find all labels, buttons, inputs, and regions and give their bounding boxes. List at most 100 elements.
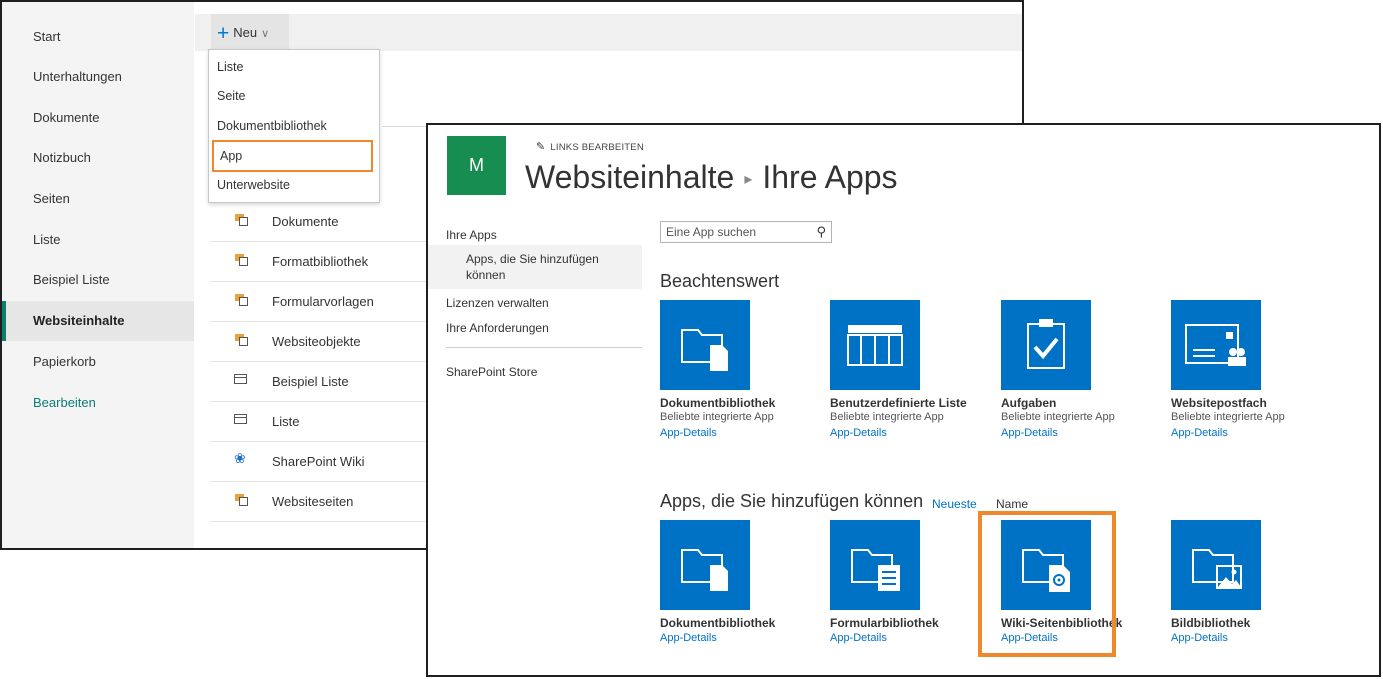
tasks-icon[interactable] [1001,300,1091,390]
app-tile-name[interactable]: Benutzerdefinierte Liste [830,396,967,410]
side-nav-your-requests[interactable]: Ihre Anforderungen [446,321,549,335]
menu-item-subsite[interactable]: Unterwebsite [217,172,290,198]
app-tile-name[interactable]: Bildbibliothek [1171,616,1250,630]
list-icon [234,414,247,424]
app-details-link[interactable]: App-Details [830,427,887,439]
list-icon [234,374,247,384]
new-dropdown-menu: Liste Seite Dokumentbibliothek App Unter… [208,49,380,203]
sort-newest-link[interactable]: Neueste [932,497,977,511]
nav-edit-link[interactable]: Bearbeiten [2,383,194,423]
app-tile-name[interactable]: Formularbibliothek [830,616,939,630]
nav-item-notebook[interactable]: Notizbuch [2,138,194,178]
picture-library-icon[interactable] [1171,520,1261,610]
app-tile-subtitle: Beliebte integrierte App [1001,411,1115,423]
form-library-icon[interactable] [830,520,920,610]
list-item-label: Websiteobjekte [272,334,361,349]
side-nav-manage-licenses[interactable]: Lizenzen verwalten [446,296,549,310]
sort-name-link[interactable]: Name [996,497,1028,511]
side-nav-divider [446,347,642,348]
side-nav-your-apps[interactable]: Ihre Apps [446,228,497,242]
nav-item-documents[interactable]: Dokumente [2,98,194,138]
document-library-icon[interactable] [660,520,750,610]
list-item[interactable]: Websiteobjekte [210,322,428,362]
highlight-wiki-library [978,511,1116,657]
search-icon[interactable]: ⚲ [816,222,826,242]
nav-item-recycle-bin[interactable]: Papierkorb [2,342,194,382]
library-icon [234,212,250,228]
nav-item-label: Start [33,29,61,44]
page-title: Websiteinhalte ▸ Ihre Apps [525,159,898,196]
nav-item-label: Liste [33,232,61,247]
app-details-link[interactable]: App-Details [660,427,717,439]
list-item[interactable]: Beispiel Liste [210,362,428,402]
breadcrumb-separator-icon: ▸ [744,171,753,188]
library-icon [234,492,250,508]
apps-you-can-add-heading: Apps, die Sie hinzufügen können [660,491,924,511]
app-tile-subtitle: Beliebte integrierte App [830,411,944,423]
edit-links-label: LINKS BEARBEITEN [550,142,644,153]
site-logo-letter: M [469,155,484,175]
document-library-icon[interactable] [660,300,750,390]
your-apps-window: M ✎ LINKS BEARBEITEN Websiteinhalte ▸ Ihre … [426,123,1381,677]
command-bar: + Neu ∨ [195,14,1022,51]
app-details-link[interactable]: App-Details [1171,632,1228,644]
app-tile-name[interactable]: Dokumentbibliothek [660,616,775,630]
nav-item-sample-list[interactable]: Beispiel Liste [2,260,194,300]
list-item[interactable]: Dokumente [210,202,428,242]
nav-item-label: Seiten [33,191,70,206]
list-item-label: SharePoint Wiki [272,454,365,469]
app-search-input[interactable]: Eine App suchen ⚲ [660,221,832,243]
nav-item-label: Websiteinhalte [33,313,125,328]
site-mailbox-icon[interactable] [1171,300,1261,390]
app-tile-name[interactable]: Aufgaben [1001,396,1056,410]
app-details-link[interactable]: App-Details [660,632,717,644]
list-item[interactable]: Formatbibliothek [210,242,428,282]
library-icon [234,252,250,268]
app-tile-subtitle: Beliebte integrierte App [660,411,774,423]
site-logo[interactable]: M [447,136,506,195]
search-placeholder: Eine App suchen [666,225,757,239]
new-button[interactable]: + Neu ∨ [211,14,289,51]
nav-item-label: Unterhaltungen [33,69,122,84]
app-details-link[interactable]: App-Details [830,632,887,644]
menu-item-page[interactable]: Seite [217,83,246,109]
menu-item-list[interactable]: Liste [217,54,243,80]
app-details-link[interactable]: App-Details [1171,427,1228,439]
plus-icon: + [217,22,230,45]
divider [382,126,427,127]
pencil-icon: ✎ [536,141,546,153]
app-tile-name[interactable]: Dokumentbibliothek [660,396,775,410]
app-details-link[interactable]: App-Details [1001,427,1058,439]
nav-item-label: Beispiel Liste [33,272,110,287]
list-item-label: Beispiel Liste [272,374,349,389]
noteworthy-heading: Beachtenswert [660,271,780,291]
nav-item-start[interactable]: Start [2,17,194,57]
library-icon [234,292,250,308]
nav-item-conversations[interactable]: Unterhaltungen [2,57,194,97]
new-button-label: Neu [233,25,258,40]
list-item[interactable]: Liste [210,402,428,442]
list-item[interactable]: Websiteseiten [210,482,428,522]
nav-item-label: Notizbuch [33,150,91,165]
list-item[interactable]: ❀ SharePoint Wiki [210,442,428,482]
list-item-label: Websiteseiten [272,494,354,509]
custom-list-icon[interactable] [830,300,920,390]
breadcrumb-site-contents[interactable]: Websiteinhalte [525,159,734,195]
nav-item-list[interactable]: Liste [2,220,194,260]
edit-links-button[interactable]: ✎ LINKS BEARBEITEN [536,140,644,153]
list-item[interactable]: Formularvorlagen [210,282,428,322]
left-navigation: Start Unterhaltungen Dokumente Notizbuch… [2,2,194,548]
nav-item-site-contents[interactable]: Websiteinhalte [2,301,194,341]
list-item-label: Dokumente [272,214,339,229]
menu-item-app[interactable]: App [212,140,373,172]
side-nav-apps-you-can-add-label: Apps, die Sie hinzufügen können [466,252,599,282]
side-nav-sharepoint-store[interactable]: SharePoint Store [446,365,537,379]
library-icon [234,332,250,348]
breadcrumb-your-apps: Ihre Apps [762,159,898,195]
side-nav-apps-you-can-add[interactable]: Apps, die Sie hinzufügen können [428,245,642,289]
nav-item-pages[interactable]: Seiten [2,179,194,219]
list-item-label: Formatbibliothek [272,254,369,269]
menu-item-document-library[interactable]: Dokumentbibliothek [217,113,327,139]
app-tile-name[interactable]: Websitepostfach [1171,396,1267,410]
nav-edit-label: Bearbeiten [33,395,96,410]
